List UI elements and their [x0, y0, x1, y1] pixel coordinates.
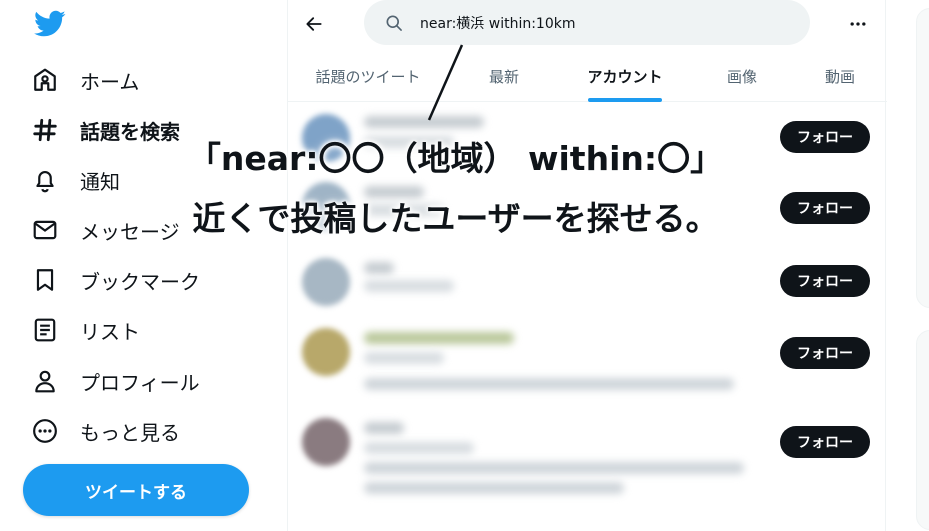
callout-line [427, 44, 464, 121]
overlay-caption-syntax: 「near:〇〇（地域） within:〇」 [187, 139, 724, 178]
overlay-caption-description: 近くで投稿したユーザーを探せる。 [192, 199, 719, 238]
